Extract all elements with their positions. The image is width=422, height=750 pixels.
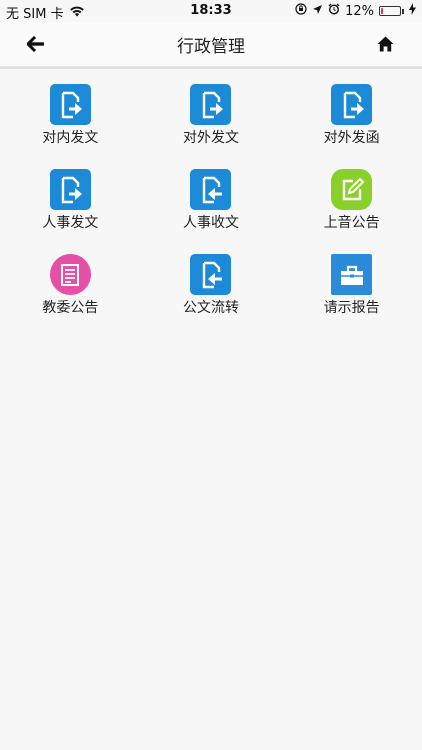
grid-item-request-report[interactable]: 请示报告: [281, 254, 422, 317]
receive-document-icon: [190, 169, 232, 210]
home-button[interactable]: [373, 32, 397, 56]
grid-item-label: 请示报告: [323, 300, 380, 316]
grid-item-document-flow[interactable]: 公文流转: [141, 254, 282, 317]
send-document-icon: [49, 169, 91, 210]
battery-icon: [379, 6, 404, 16]
location-icon: [312, 4, 323, 19]
home-icon: [377, 36, 393, 52]
send-document-icon: [49, 84, 91, 125]
grid-item-education-notice[interactable]: 教委公告: [0, 254, 141, 317]
grid-item-school-notice[interactable]: 上音公告: [281, 169, 422, 232]
grid-item-external-dispatch[interactable]: 对外发文: [141, 84, 282, 147]
receive-document-icon: [190, 254, 232, 295]
edit-notice-icon: [331, 169, 373, 210]
briefcase-icon: [331, 254, 373, 295]
grid-item-label: 人事收文: [182, 215, 239, 231]
charging-icon: [409, 3, 416, 19]
page-title: 行政管理: [177, 37, 245, 57]
grid-item-label: 上音公告: [323, 215, 380, 231]
grid-item-hr-dispatch[interactable]: 人事发文: [0, 169, 141, 232]
alarm-icon: [328, 3, 340, 19]
status-bar: 无 SIM 卡 18:33 12%: [0, 0, 422, 22]
rotation-lock-icon: [295, 3, 307, 19]
grid-item-internal-dispatch[interactable]: 对内发文: [0, 84, 141, 147]
send-document-icon: [331, 84, 373, 125]
grid-item-hr-receive[interactable]: 人事收文: [141, 169, 282, 232]
send-document-icon: [190, 84, 232, 125]
grid-item-label: 对内发文: [42, 130, 99, 146]
grid-item-external-letter[interactable]: 对外发函: [281, 84, 422, 147]
grid-item-label: 人事发文: [42, 215, 99, 231]
grid-item-label: 公文流转: [182, 300, 239, 316]
status-right: 12%: [295, 3, 416, 19]
battery-percent: 12%: [345, 3, 374, 19]
grid-item-label: 对外发文: [182, 130, 239, 146]
function-grid: 对内发文 对外发文 对外发函 人事发文 人事收文 上音公告 教委公告 公文流转 …: [0, 84, 422, 317]
notice-list-icon: [49, 254, 91, 295]
nav-bar: 行政管理: [0, 22, 422, 69]
grid-item-label: 对外发函: [323, 130, 380, 146]
grid-item-label: 教委公告: [42, 300, 99, 316]
